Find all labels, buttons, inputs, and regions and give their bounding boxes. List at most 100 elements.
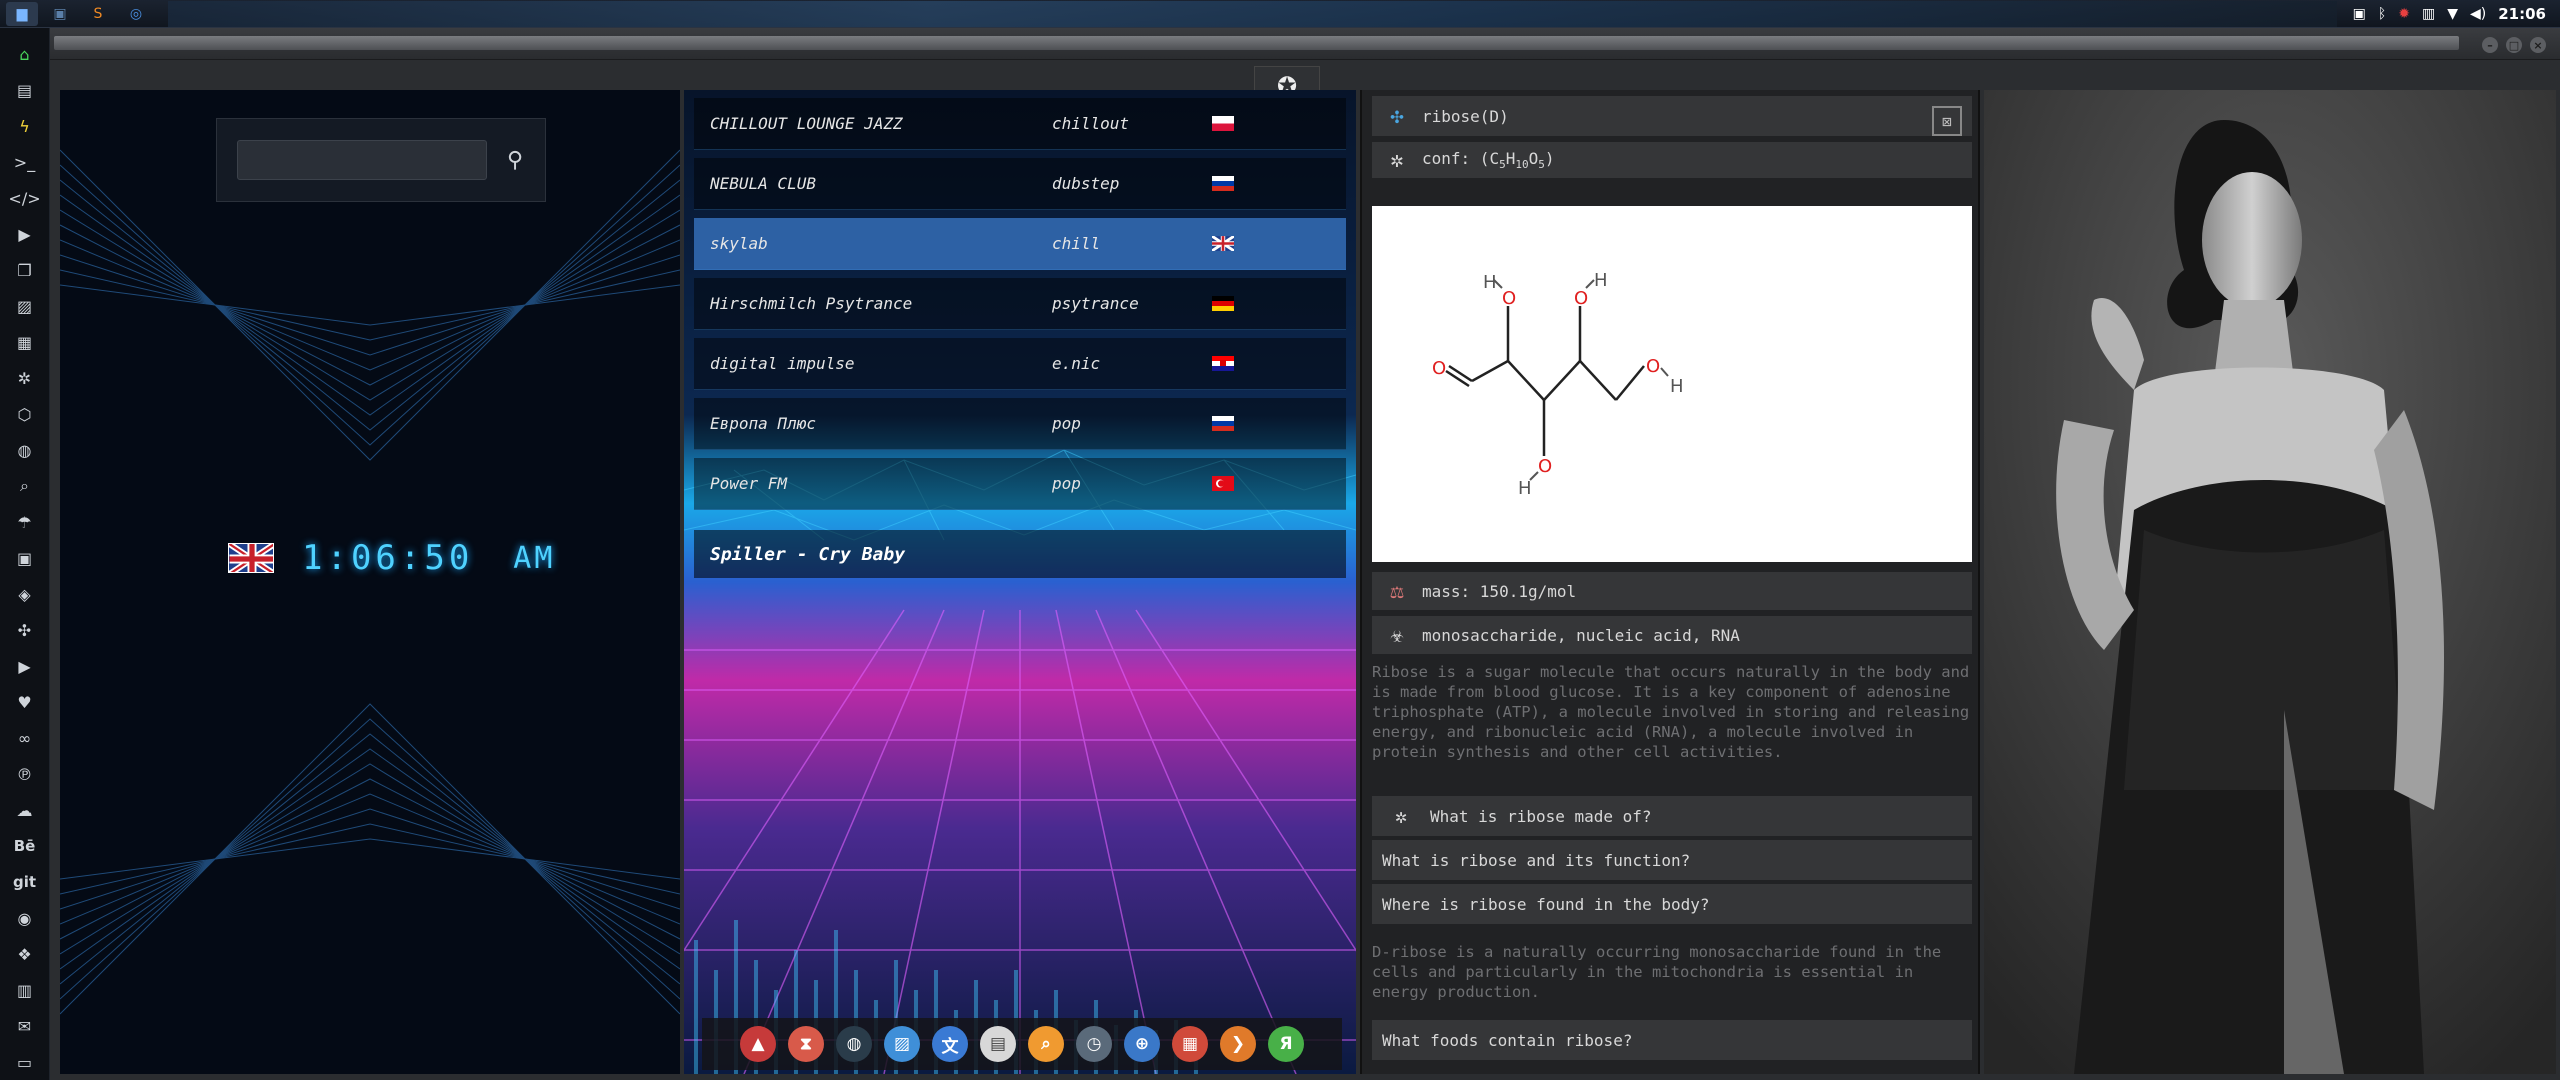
hourglass-icon[interactable]: ⧗ [788,1026,824,1062]
github-icon[interactable]: ◉ [10,900,40,936]
biohazard-icon: ☣ [1390,622,1404,648]
hydrogen-label: H [1483,272,1497,293]
folder-icon[interactable]: ▆ [6,1,38,26]
code-icon[interactable]: </> [8,180,40,216]
station-genre: psytrance [1052,294,1139,313]
station-genre: e.nic [1052,354,1101,373]
globe-icon[interactable]: ◍ [10,432,40,468]
lastfm-icon[interactable]: ∞ [10,720,40,756]
youtube-icon[interactable]: ▶ [10,648,40,684]
station-item[interactable]: CHILLOUT LOUNGE JAZZ chillout [694,98,1346,150]
top-panel: ▆ ▣ S ◎ ▣ ᛒ ✹ ▥ ▼ ◀) 21:06 [0,0,2560,28]
git-icon[interactable]: git [10,864,40,900]
station-item-selected[interactable]: skylab chill [694,218,1346,270]
station-item[interactable]: NEBULA CLUB dubstep [694,158,1346,210]
formula-suffix: ) [1544,148,1555,168]
photos-icon[interactable]: ▨ [884,1026,920,1062]
atom-icon[interactable]: ✲ [10,360,40,396]
triangle-app-icon[interactable]: ▲ [740,1026,776,1062]
sublime-icon[interactable]: S [82,2,114,26]
files-icon[interactable]: ❐ [10,252,40,288]
document-icon[interactable]: ▤ [10,72,40,108]
shield-icon[interactable]: ▥ [2422,6,2435,22]
terminal-prompt-icon[interactable]: >_ [10,144,40,180]
search-icon[interactable]: ⚲ [495,140,535,180]
station-item[interactable]: Power FM pop [694,458,1346,510]
germany-flag-icon [1212,296,1234,311]
close-molecule-button[interactable]: ⊠ [1932,106,1962,136]
station-list: CHILLOUT LOUNGE JAZZ chillout NEBULA CLU… [694,98,1346,518]
desktop-icon[interactable]: ▭ [10,1044,40,1080]
news-icon[interactable]: ▦ [10,324,40,360]
station-item[interactable]: digital impulse e.nic [694,338,1346,390]
pinterest-icon[interactable]: ℗ [10,756,40,792]
russia-flag-icon [1212,176,1234,191]
station-item[interactable]: Европа Плюс pop [694,398,1346,450]
chrome-icon[interactable]: ◎ [120,2,152,26]
settings-alert-icon[interactable]: ✹ [2398,6,2410,22]
formula-prefix: conf: ( [1422,148,1490,168]
station-genre: dubstep [1052,174,1120,193]
cloud-icon[interactable]: ☁ [10,792,40,828]
bolt-icon[interactable]: ϟ [10,108,40,144]
station-genre: chill [1052,234,1101,253]
arrow-app-icon[interactable]: ❯ [1220,1026,1256,1062]
station-item[interactable]: Hirschmilch Psytrance psytrance [694,278,1346,330]
photo-tray-icon[interactable]: ▣ [2353,6,2366,22]
terminal-icon[interactable]: ▣ [44,2,76,26]
search-widget: ⚲ [216,118,546,202]
home-icon[interactable]: ⌂ [10,36,40,72]
formula-row: ✲ conf: (C5H10O5) [1372,142,1972,178]
atom-icon: ✲ [1390,147,1404,173]
boxes-icon[interactable]: ❖ [10,936,40,972]
yandex-icon[interactable]: Я [1268,1026,1304,1062]
now-playing: Spiller - Cry Baby [694,530,1346,578]
play-icon[interactable]: ▶ [10,216,40,252]
station-name: CHILLOUT LOUNGE JAZZ [710,114,903,133]
formula-c: C [1489,148,1500,168]
question-item[interactable]: Where is ribose found in the body? [1372,884,1972,924]
wallpaper-photo [1984,90,2556,1074]
map-icon[interactable]: ▥ [10,972,40,1008]
window-titlebar[interactable]: – □ × [50,28,2560,60]
main-window: – □ × ✪ ⚲ 1:06:50 AM CHILLOUT LOUNGE JAZ… [50,28,2560,1080]
formula-h: H [1505,148,1516,168]
behance-icon[interactable]: Bē [10,828,40,864]
id-card-icon[interactable]: ▣ [10,540,40,576]
wifi-icon[interactable]: ▼ [2447,6,2458,22]
search-app-icon[interactable]: ⌕ [1028,1026,1064,1062]
news-app-icon[interactable]: ▤ [980,1026,1016,1062]
station-name: Европа Плюс [710,414,816,433]
hexagon-icon[interactable]: ⬡ [10,396,40,432]
search-input[interactable] [237,140,487,180]
search-icon[interactable]: ⌕ [10,468,40,504]
maximize-button[interactable]: □ [2506,37,2522,53]
bluetooth-icon[interactable]: ᛒ [2378,6,2386,22]
tag-icon[interactable]: ◈ [10,576,40,612]
close-button[interactable]: × [2530,37,2546,53]
station-name: digital impulse [710,354,855,373]
molecule-mass: mass: 150.1g/mol [1422,581,1577,601]
minimize-button[interactable]: – [2482,37,2498,53]
mass-row: ⚖ mass: 150.1g/mol [1372,572,1972,610]
calendar-icon[interactable]: ▦ [1172,1026,1208,1062]
atom-icon: ✲ [1394,804,1408,828]
web-icon[interactable]: ⊕ [1124,1026,1160,1062]
volume-icon[interactable]: ◀) [2470,6,2486,22]
image-icon[interactable]: ▨ [10,288,40,324]
molecule-categories: monosaccharide, nucleic acid, RNA [1422,625,1740,645]
heart-icon[interactable]: ♥ [10,684,40,720]
clock-app-icon[interactable]: ◷ [1076,1026,1112,1062]
globe-dark-icon[interactable]: ◍ [836,1026,872,1062]
molecule-icon: ✣ [1390,103,1404,129]
translate-icon[interactable]: 文 [932,1026,968,1062]
question-item[interactable]: What is ribose and its function? [1372,840,1972,880]
question-item[interactable]: What foods contain ribose? [1372,1020,1972,1060]
molecule-icon[interactable]: ✣ [10,612,40,648]
umbrella-icon[interactable]: ☂ [10,504,40,540]
question-item[interactable]: ✲ What is ribose made of? [1372,796,1972,836]
mail-icon[interactable]: ✉ [10,1008,40,1044]
answer-text: D-ribose is a naturally occurring monosa… [1372,943,1942,1001]
station-name: Power FM [710,474,788,493]
system-clock[interactable]: 21:06 [2498,5,2546,23]
